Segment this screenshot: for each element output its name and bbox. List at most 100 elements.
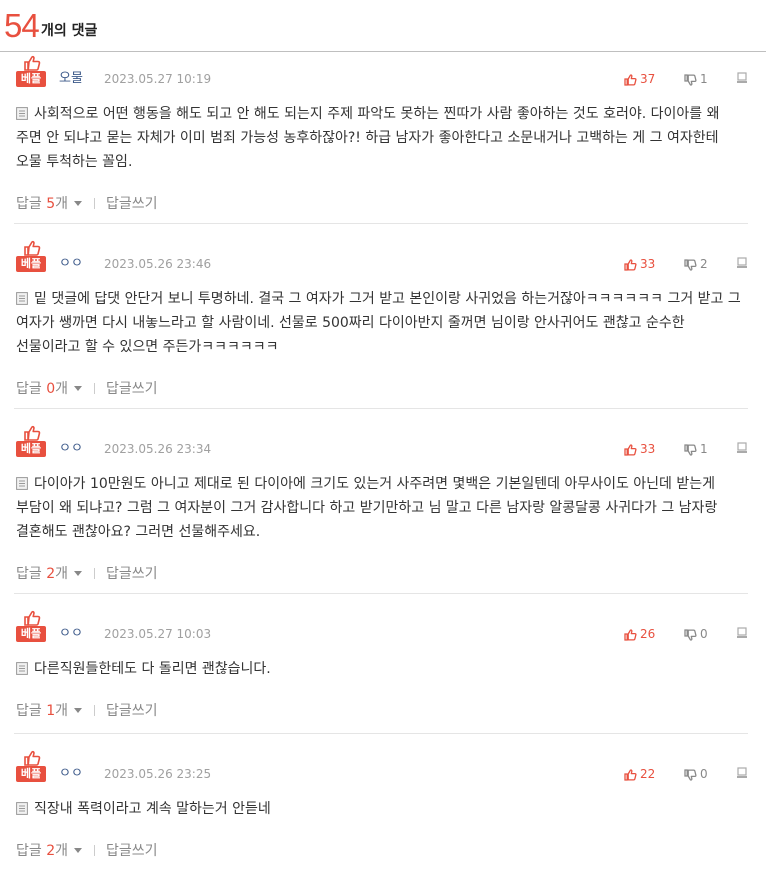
upvote-count: 26 xyxy=(640,627,656,641)
upvote-count: 22 xyxy=(640,767,656,781)
downvote-button[interactable]: 0 xyxy=(684,626,708,643)
reply-unit: 개 xyxy=(55,196,69,212)
comment-date: 2023.05.27 10:19 xyxy=(104,72,212,86)
comment-divider xyxy=(14,223,748,224)
report-icon[interactable] xyxy=(736,442,748,454)
upvote-button[interactable]: 22 xyxy=(624,766,655,783)
reply-count: 2 xyxy=(46,566,56,582)
reply-label: 답글 xyxy=(16,196,42,212)
caret-down-icon xyxy=(74,708,83,713)
reply-label: 답글 xyxy=(16,566,42,582)
reply-label: 답글 xyxy=(16,381,42,397)
downvote-button[interactable]: 2 xyxy=(684,256,708,273)
reply-label: 답글 xyxy=(16,843,42,859)
comment-date: 2023.05.26 23:25 xyxy=(104,767,212,781)
best-badge: 베플 xyxy=(16,256,46,272)
write-reply-button[interactable]: 답글쓰기 xyxy=(106,381,158,397)
comment-nickname[interactable]: ㅇㅇ xyxy=(59,440,83,458)
best-badge: 베플 xyxy=(16,441,46,457)
thumbs-down-icon xyxy=(684,74,697,86)
comment-body: 다른직원들한테도 다 돌리면 괜찮습니다. xyxy=(16,657,744,681)
reply-count: 0 xyxy=(46,381,56,397)
comment-nickname[interactable]: ㅇㅇ xyxy=(59,765,83,783)
reply-divider xyxy=(94,198,96,209)
write-reply-button[interactable]: 답글쓰기 xyxy=(106,196,158,212)
comment-date: 2023.05.26 23:34 xyxy=(104,442,212,456)
thumbs-down-icon xyxy=(684,769,697,781)
upvote-count: 33 xyxy=(640,442,656,456)
reply-toggle-button[interactable]: 답글 1개 xyxy=(16,703,83,719)
downvote-count: 0 xyxy=(700,627,708,641)
document-icon xyxy=(16,107,28,120)
reply-divider xyxy=(94,383,96,394)
best-badge: 베플 xyxy=(16,766,46,782)
downvote-button[interactable]: 1 xyxy=(684,71,708,88)
thumbs-down-icon xyxy=(684,629,697,641)
reply-unit: 개 xyxy=(55,381,69,397)
reply-row: 답글 2개 답글쓰기 xyxy=(16,841,158,861)
reply-count: 5 xyxy=(46,196,56,212)
comment-nickname[interactable]: 오물 xyxy=(59,70,83,88)
reply-toggle-button[interactable]: 답글 2개 xyxy=(16,843,83,859)
comment-count-label: 개의 댓글 xyxy=(41,23,98,39)
thumbs-down-icon xyxy=(684,444,697,456)
upvote-button[interactable]: 33 xyxy=(624,441,655,458)
comment-body: 다이아가 10만원도 아니고 제대로 된 다이아에 크기도 있는거 사주려면 몇… xyxy=(16,472,744,544)
document-icon xyxy=(16,477,28,490)
downvote-count: 0 xyxy=(700,767,708,781)
reply-unit: 개 xyxy=(55,566,69,582)
thumbs-up-icon xyxy=(624,259,637,271)
upvote-button[interactable]: 26 xyxy=(624,626,655,643)
write-reply-button[interactable]: 답글쓰기 xyxy=(106,703,158,719)
caret-down-icon xyxy=(74,386,83,391)
comment-text: 직장내 폭력이라고 계속 말하는거 안듣네 xyxy=(34,801,271,817)
comment-body: 사회적으로 어떤 행동을 해도 되고 안 해도 되는지 주제 파악도 못하는 찐… xyxy=(16,102,744,174)
comment-text: 다른직원들한테도 다 돌리면 괜찮습니다. xyxy=(34,661,271,677)
caret-down-icon xyxy=(74,201,83,206)
reply-count: 1 xyxy=(46,703,56,719)
reply-row: 답글 1개 답글쓰기 xyxy=(16,701,158,721)
comment-nickname[interactable]: ㅇㅇ xyxy=(59,255,83,273)
comment-body: 밑 댓글에 답댓 안단거 보니 투명하네. 결국 그 여자가 그거 받고 본인이… xyxy=(16,287,744,359)
upvote-button[interactable]: 37 xyxy=(624,71,655,88)
comment-date: 2023.05.26 23:46 xyxy=(104,257,212,271)
downvote-button[interactable]: 0 xyxy=(684,766,708,783)
comments-header: 54 개의 댓글 xyxy=(0,0,766,52)
comment-divider xyxy=(14,593,748,594)
caret-down-icon xyxy=(74,571,83,576)
reply-toggle-button[interactable]: 답글 0개 xyxy=(16,381,83,397)
caret-down-icon xyxy=(74,848,83,853)
reply-toggle-button[interactable]: 답글 2개 xyxy=(16,566,83,582)
reply-toggle-button[interactable]: 답글 5개 xyxy=(16,196,83,212)
thumbs-up-icon xyxy=(24,240,41,256)
thumbs-up-icon xyxy=(24,750,41,766)
comment-date: 2023.05.27 10:03 xyxy=(104,627,212,641)
downvote-button[interactable]: 1 xyxy=(684,441,708,458)
reply-count: 2 xyxy=(46,843,56,859)
thumbs-up-icon xyxy=(624,629,637,641)
report-icon[interactable] xyxy=(736,627,748,639)
comment-text: 다이아가 10만원도 아니고 제대로 된 다이아에 크기도 있는거 사주려면 몇… xyxy=(16,476,718,540)
report-icon[interactable] xyxy=(736,72,748,84)
report-icon[interactable] xyxy=(736,257,748,269)
upvote-button[interactable]: 33 xyxy=(624,256,655,273)
comment-divider xyxy=(14,733,748,734)
thumbs-up-icon xyxy=(624,769,637,781)
downvote-count: 2 xyxy=(700,257,708,271)
reply-divider xyxy=(94,568,96,579)
report-icon[interactable] xyxy=(736,767,748,779)
write-reply-button[interactable]: 답글쓰기 xyxy=(106,843,158,859)
reply-row: 답글 2개 답글쓰기 xyxy=(16,564,158,584)
upvote-count: 33 xyxy=(640,257,656,271)
thumbs-up-icon xyxy=(624,74,637,86)
comment-text: 밑 댓글에 답댓 안단거 보니 투명하네. 결국 그 여자가 그거 받고 본인이… xyxy=(16,291,741,355)
comment-text: 사회적으로 어떤 행동을 해도 되고 안 해도 되는지 주제 파악도 못하는 찐… xyxy=(16,106,720,170)
best-badge: 베플 xyxy=(16,71,46,87)
document-icon xyxy=(16,802,28,815)
reply-row: 답글 0개 답글쓰기 xyxy=(16,379,158,399)
thumbs-down-icon xyxy=(684,259,697,271)
best-badge: 베플 xyxy=(16,626,46,642)
comment-nickname[interactable]: ㅇㅇ xyxy=(59,625,83,643)
comment-count: 54 xyxy=(4,7,40,44)
write-reply-button[interactable]: 답글쓰기 xyxy=(106,566,158,582)
